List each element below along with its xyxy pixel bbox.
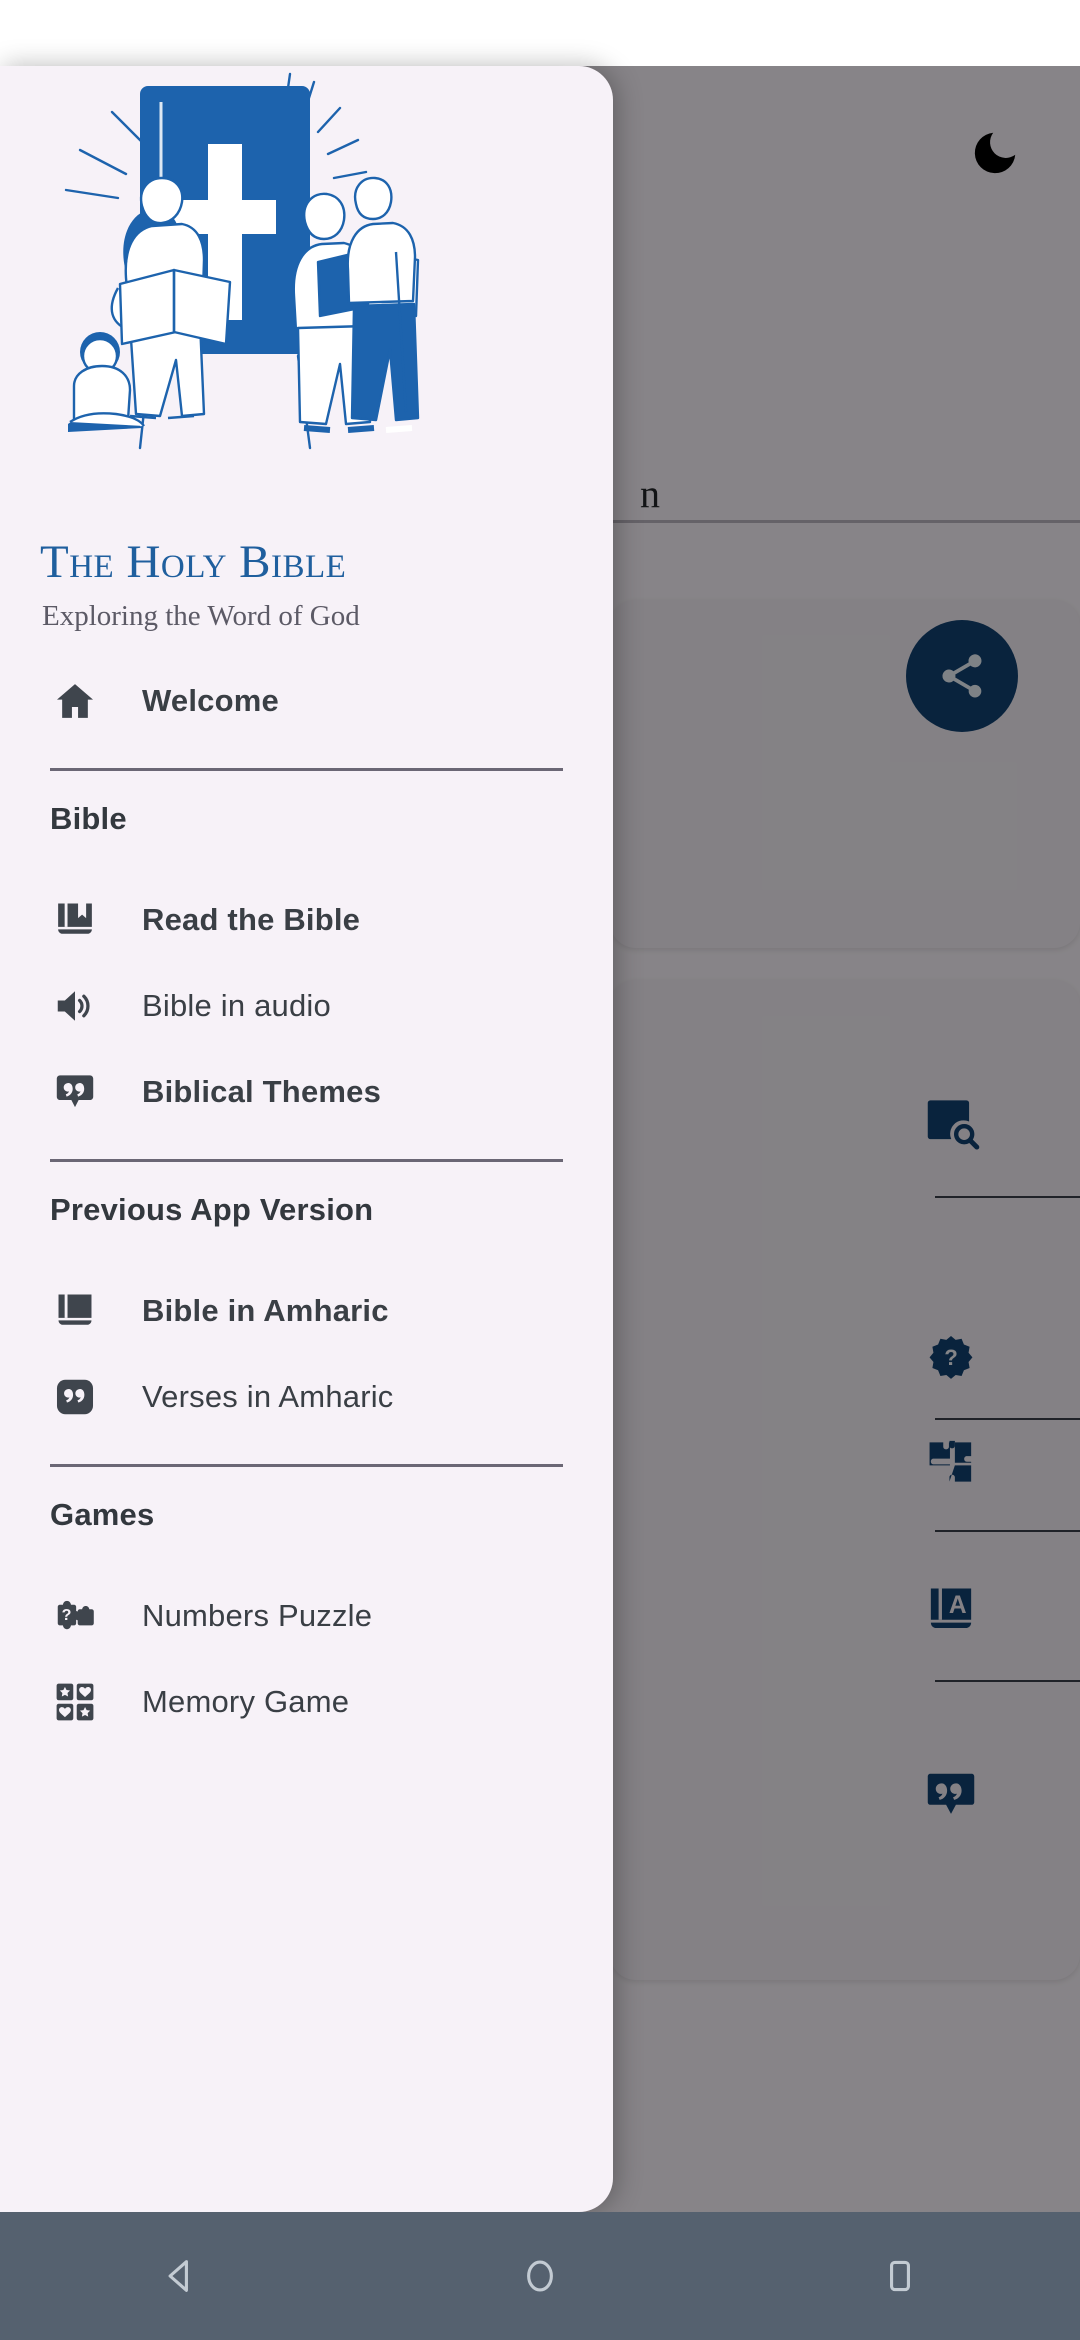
divider (50, 768, 563, 771)
book-icon (50, 1286, 100, 1336)
nav-item-label: Biblical Themes (142, 1074, 382, 1109)
divider (50, 1159, 563, 1162)
app-title: The Holy Bible (40, 536, 347, 588)
puzzle-question-icon: ? (50, 1591, 100, 1641)
quote-square-icon (50, 1372, 100, 1422)
nav-item-label: Welcome (142, 683, 279, 718)
svg-text:?: ? (62, 1606, 72, 1624)
nav-item-welcome[interactable]: Welcome (0, 658, 613, 744)
navigation-drawer: The Holy Bible Exploring the Word of God… (0, 66, 613, 2212)
memory-cards-icon (50, 1677, 100, 1727)
back-triangle-icon[interactable] (120, 2212, 240, 2340)
nav-item-label: Bible in Amharic (142, 1293, 389, 1328)
app-subtitle: Exploring the Word of God (42, 600, 360, 632)
nav-item-label: Read the Bible (142, 902, 361, 937)
hero-illustration (22, 66, 422, 456)
section-label-bible: Bible (50, 801, 127, 836)
nav-item-biblical-themes[interactable]: Biblical Themes (0, 1049, 613, 1135)
nav-item-label: Bible in audio (142, 988, 331, 1023)
nav-item-memory-game[interactable]: Memory Game (0, 1659, 613, 1745)
nav-item-verses-in-amharic[interactable]: Verses in Amharic (0, 1354, 613, 1440)
menu-book-icon (50, 895, 100, 945)
recents-square-icon[interactable] (840, 2212, 960, 2340)
system-navigation-bar (0, 2212, 1080, 2340)
divider (50, 1464, 563, 1467)
home-circle-icon[interactable] (480, 2212, 600, 2340)
section-label-games: Games (50, 1497, 155, 1532)
nav-item-bible-in-amharic[interactable]: Bible in Amharic (0, 1268, 613, 1354)
quote-bubble-icon (50, 1067, 100, 1117)
nav-item-read-the-bible[interactable]: Read the Bible (0, 877, 613, 963)
nav-item-label: Memory Game (142, 1684, 350, 1719)
brand-block: The Holy Bible Exploring the Word of God (40, 539, 580, 631)
drawer-nav: Welcome Bible Read the Bible Bible in au… (0, 658, 613, 1745)
nav-item-label: Verses in Amharic (142, 1379, 394, 1414)
section-label-previous-app-version: Previous App Version (50, 1192, 374, 1227)
nav-item-numbers-puzzle[interactable]: ? Numbers Puzzle (0, 1573, 613, 1659)
home-icon (50, 676, 100, 726)
nav-item-bible-in-audio[interactable]: Bible in audio (0, 963, 613, 1049)
nav-item-label: Numbers Puzzle (142, 1598, 373, 1633)
status-bar (0, 0, 1080, 66)
volume-up-icon (50, 981, 100, 1031)
